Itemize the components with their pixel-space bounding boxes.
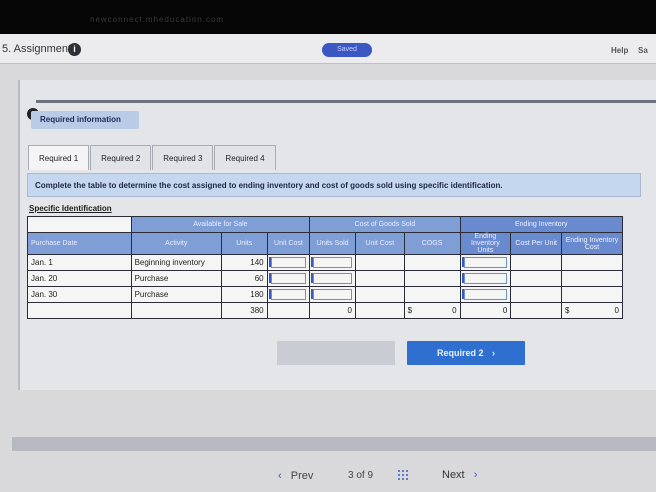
units-sold-input[interactable] (309, 254, 356, 271)
tab-required-1[interactable]: Required 1 (28, 145, 90, 170)
row-date: Jan. 1 (27, 254, 132, 271)
required-2-button[interactable]: Required 2 › (407, 341, 525, 365)
col-unit-cost: Unit Cost (266, 232, 311, 255)
grid-icon[interactable] (397, 469, 410, 482)
total-cogs-value: 0 (452, 306, 457, 315)
chevron-right-icon: › (473, 469, 478, 481)
saved-badge: Saved (322, 43, 372, 57)
assignment-header: 5. Assignment i Saved Help Sa (0, 34, 656, 64)
total-ending-cost: $ 0 (561, 302, 623, 319)
unit-cost-input[interactable] (266, 270, 311, 287)
row-date: Jan. 20 (27, 270, 132, 287)
total-ending-symbol: $ (565, 306, 570, 315)
ending-units-input[interactable] (459, 270, 512, 287)
cost-per-unit-cell (510, 286, 563, 303)
group-header-ending: Ending Inventory (459, 216, 624, 233)
units-sold-input[interactable] (309, 286, 356, 303)
section-label: Specific Identification (29, 204, 112, 213)
next-label: Next (442, 469, 465, 481)
specific-identification-table: Available for Sale Cost of Goods Sold En… (27, 216, 624, 319)
ending-cost-cell (561, 254, 623, 271)
horizontal-scrollbar[interactable] (12, 437, 656, 451)
units-sold-input[interactable] (309, 270, 356, 287)
row-units: 180 (220, 286, 268, 303)
totals-blank (130, 302, 222, 319)
totals-blank (354, 302, 405, 319)
chevron-right-icon: › (492, 348, 496, 358)
row-activity: Purchase (130, 270, 222, 287)
row-activity: Purchase (130, 286, 222, 303)
col-ending-units: Ending Inventory Units (459, 232, 512, 255)
table-row: Jan. 1 Beginning inventory 140 (27, 254, 623, 271)
cogs-cell (403, 270, 461, 287)
ending-units-input[interactable] (459, 286, 512, 303)
cost-per-unit-cell (510, 270, 563, 287)
total-units-sold: 0 (309, 302, 356, 319)
group-header-available: Available for Sale (130, 216, 311, 233)
row-units: 140 (220, 254, 268, 271)
table-row: Jan. 30 Purchase 180 (27, 286, 623, 303)
help-link[interactable]: Help (611, 46, 628, 55)
row-activity: Beginning inventory (130, 254, 222, 271)
page-indicator: 3 of 9 (348, 470, 374, 481)
totals-blank (266, 302, 311, 319)
instruction-text: Complete the table to determine the cost… (27, 173, 641, 197)
tab-required-2[interactable]: Required 2 (90, 145, 152, 170)
col-units: Units (220, 232, 268, 255)
row-date: Jan. 30 (27, 286, 132, 303)
totals-blank (510, 302, 563, 319)
next-button[interactable]: Next › (442, 469, 477, 481)
browser-bar: newconnect.mheducation.com (0, 0, 656, 34)
chevron-left-icon: ‹ (278, 470, 282, 482)
tab-required-3[interactable]: Required 3 (152, 145, 214, 170)
footer-nav (0, 458, 656, 492)
cost-per-unit-cell (510, 254, 563, 271)
required-information-label: Required information (31, 111, 139, 129)
required-2-label: Required 2 (436, 348, 484, 358)
previous-required-button (277, 341, 395, 365)
col-cogs-unit-cost: Unit Cost (354, 232, 405, 255)
cogs-unit-cost-cell (354, 270, 405, 287)
ending-cost-cell (561, 286, 623, 303)
prev-button[interactable]: ‹ Prev (278, 470, 313, 482)
total-ending-units: 0 (459, 302, 512, 319)
cogs-unit-cost-cell (354, 254, 405, 271)
col-cost-per-unit: Cost Per Unit (510, 232, 563, 255)
table-row: Jan. 20 Purchase 60 (27, 270, 623, 287)
total-cogs: $ 0 (403, 302, 461, 319)
save-exit-link[interactable]: Sa (638, 46, 648, 55)
ending-cost-cell (561, 270, 623, 287)
total-cogs-symbol: $ (407, 306, 413, 315)
ending-units-input[interactable] (459, 254, 512, 271)
total-ending-value: 0 (614, 306, 619, 315)
row-units: 60 (220, 270, 268, 287)
col-cogs: COGS (403, 232, 461, 255)
col-ending-cost: Ending Inventory Cost (561, 232, 623, 255)
col-units-sold: Units Sold (309, 232, 356, 255)
info-icon[interactable]: i (68, 43, 81, 56)
cogs-unit-cost-cell (354, 286, 405, 303)
url-text: newconnect.mheducation.com (90, 15, 225, 24)
prev-label: Prev (290, 470, 314, 482)
unit-cost-input[interactable] (266, 286, 311, 303)
col-activity: Activity (130, 232, 222, 255)
totals-row: 380 0 $ 0 0 $ 0 (27, 302, 623, 319)
cogs-cell (403, 254, 461, 271)
group-header-cogs: Cost of Goods Sold (309, 216, 461, 233)
tab-required-4[interactable]: Required 4 (214, 145, 276, 170)
required-tabs: Required 1 Required 2 Required 3 Require… (28, 145, 277, 170)
total-units: 380 (220, 302, 268, 319)
unit-cost-input[interactable] (266, 254, 311, 271)
totals-blank (27, 302, 132, 319)
corner-cell (27, 216, 132, 233)
divider (36, 100, 656, 103)
col-purchase-date: Purchase Date (27, 232, 132, 255)
cogs-cell (403, 286, 461, 303)
assignment-title: 5. Assignment (2, 43, 72, 55)
